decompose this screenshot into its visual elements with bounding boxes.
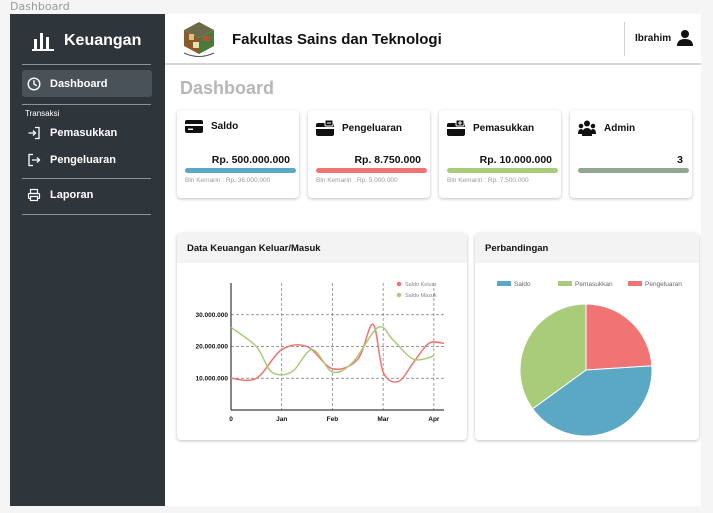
legend-marker — [497, 281, 511, 286]
sidebar-divider — [22, 104, 151, 105]
card-note: Bln Kemarin : Rp. 36.000.000 — [185, 177, 271, 184]
legend-marker — [396, 292, 402, 298]
legend-marker — [628, 281, 642, 286]
brand: Keuangan — [32, 28, 141, 54]
panel-title: Data Keuangan Keluar/Masuk — [187, 243, 321, 254]
stat-card-admin: Admin 3 — [570, 110, 692, 198]
x-tick-label: 0 — [229, 416, 233, 423]
bar-chart-icon — [32, 33, 54, 51]
app-window: Keuangan Dashboard Transaksi Pemasukkan … — [10, 14, 701, 506]
card-bar — [316, 168, 427, 173]
sidebar-item-pengeluaran[interactable]: Pengeluaran — [22, 146, 152, 173]
sidebar-divider — [22, 178, 151, 179]
sidebar-item-label: Laporan — [50, 188, 94, 201]
wallet-minus-icon — [316, 120, 334, 136]
y-tick-label: 20.000.000 — [195, 344, 228, 351]
pie-chart-panel: Perbandingan Saldo Pemasukkan Pengeluaran — [475, 233, 699, 440]
login-icon — [26, 125, 42, 141]
sidebar-item-label: Pemasukkan — [50, 126, 118, 139]
wallet-plus-icon — [447, 120, 465, 136]
card-title: Pemasukkan — [473, 122, 535, 134]
users-icon — [578, 120, 596, 136]
x-tick-label: Mar — [377, 416, 389, 423]
card-title: Admin — [604, 122, 636, 134]
sidebar-item-pemasukkan[interactable]: Pemasukkan — [22, 119, 152, 146]
card-value: Rp. 500.000.000 — [211, 154, 290, 166]
printer-icon — [26, 187, 42, 203]
clock-icon — [26, 76, 42, 92]
sidebar-section-label: Transaksi — [25, 109, 60, 118]
x-tick-label: Jan — [276, 416, 287, 423]
sidebar-item-label: Pengeluaran — [50, 153, 117, 166]
top-header: Fakultas Sains dan Teknologi Ibrahim — [165, 14, 701, 65]
card-value: 3 — [677, 154, 683, 166]
legend-marker — [558, 281, 572, 286]
stat-card-pemasukkan: Pemasukkan Rp. 10.000.000 Bln Kemarin : … — [439, 110, 561, 198]
card-bar — [447, 168, 558, 173]
legend-label: Pengeluaran — [645, 281, 682, 288]
card-bar — [185, 168, 296, 173]
line-chart: Saldo Keluar Saldo Masuk 10.000.000 20.000.… — [195, 281, 445, 423]
legend-label: Saldo Keluar — [405, 282, 437, 288]
wallet-icon — [185, 120, 203, 133]
legend-label: Saldo — [514, 281, 531, 288]
legend-marker — [396, 281, 402, 287]
card-title: Saldo — [211, 121, 239, 132]
panel-title: Perbandingan — [485, 243, 549, 254]
header-divider — [624, 22, 625, 56]
y-tick-label: 30.000.000 — [195, 312, 228, 319]
pie-chart: Saldo Pemasukkan Pengeluaran — [497, 281, 682, 437]
logout-icon — [26, 152, 42, 168]
sidebar-item-dashboard[interactable]: Dashboard — [22, 70, 152, 97]
card-value: Rp. 8.750.000 — [354, 154, 421, 166]
series-line — [230, 323, 445, 383]
x-tick-label: Feb — [327, 416, 339, 423]
faculty-title: Fakultas Sains dan Teknologi — [232, 31, 442, 48]
user-name[interactable]: Ibrahim — [635, 33, 671, 44]
page-title: Dashboard — [180, 78, 275, 98]
y-tick-label: 10.000.000 — [195, 375, 228, 382]
legend-label: Pemasukkan — [575, 281, 613, 288]
legend-label: Saldo Masuk — [405, 293, 437, 299]
frame-label: Dashboard — [10, 0, 70, 13]
sidebar-item-laporan[interactable]: Laporan — [22, 181, 152, 208]
line-chart-panel: Data Keuangan Keluar/Masuk Saldo Keluar S… — [177, 233, 467, 440]
sidebar-item-label: Dashboard — [50, 77, 108, 90]
sidebar: Keuangan Dashboard Transaksi Pemasukkan … — [10, 14, 165, 506]
user-icon[interactable] — [677, 29, 693, 47]
faculty-logo — [183, 22, 215, 57]
card-value: Rp. 10.000.000 — [479, 154, 552, 166]
stat-card-saldo: Saldo Rp. 500.000.000 Bln Kemarin : Rp. … — [177, 110, 299, 198]
pie-slice — [585, 303, 653, 371]
x-tick-label: Apr — [428, 416, 440, 423]
card-note: Bln Kemarin : Rp. 7.500.000 — [447, 177, 529, 184]
stat-card-pengeluaran: Pengeluaran Rp. 8.750.000 Bln Kemarin : … — [308, 110, 430, 198]
card-bar — [578, 168, 689, 173]
card-title: Pengeluaran — [342, 122, 403, 134]
card-note: Bln Kemarin : Rp. 5.000.000 — [316, 177, 398, 184]
sidebar-divider — [22, 214, 151, 215]
brand-title: Keuangan — [64, 32, 142, 49]
sidebar-divider — [22, 64, 151, 65]
